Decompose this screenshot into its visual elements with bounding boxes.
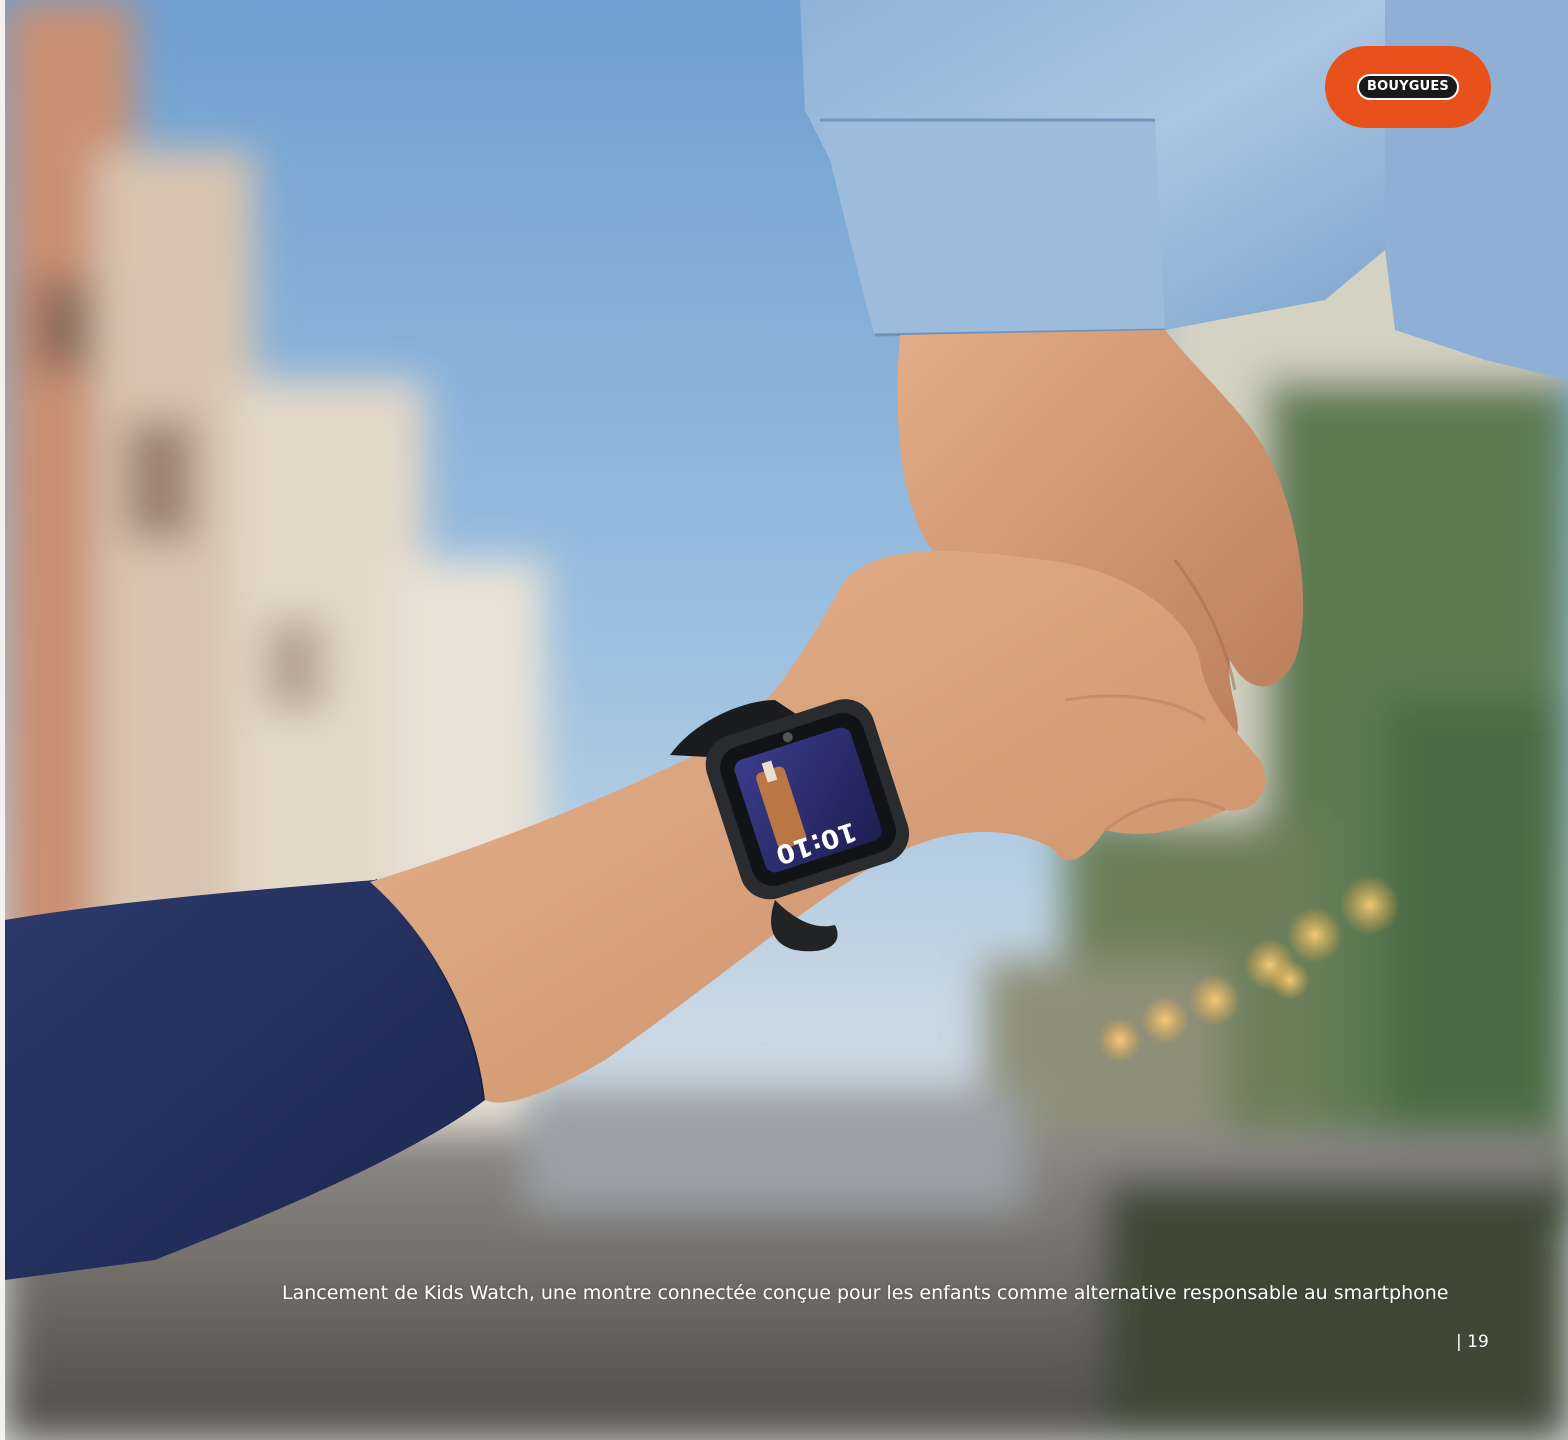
- hero-photo: 10:10: [5, 0, 1568, 1440]
- photo-caption: Lancement de Kids Watch, une montre conn…: [282, 1282, 1449, 1304]
- logo-text: BOUYGUES: [1357, 74, 1459, 100]
- page-edge: [0, 0, 5, 1440]
- bouygues-logo: BOUYGUES: [1325, 46, 1491, 128]
- page: 10:10 BOUYGUES Lancement de Kids Watch, …: [0, 0, 1568, 1440]
- photo-illustration: 10:10: [5, 0, 1568, 1440]
- page-number: | 19: [1456, 1332, 1489, 1352]
